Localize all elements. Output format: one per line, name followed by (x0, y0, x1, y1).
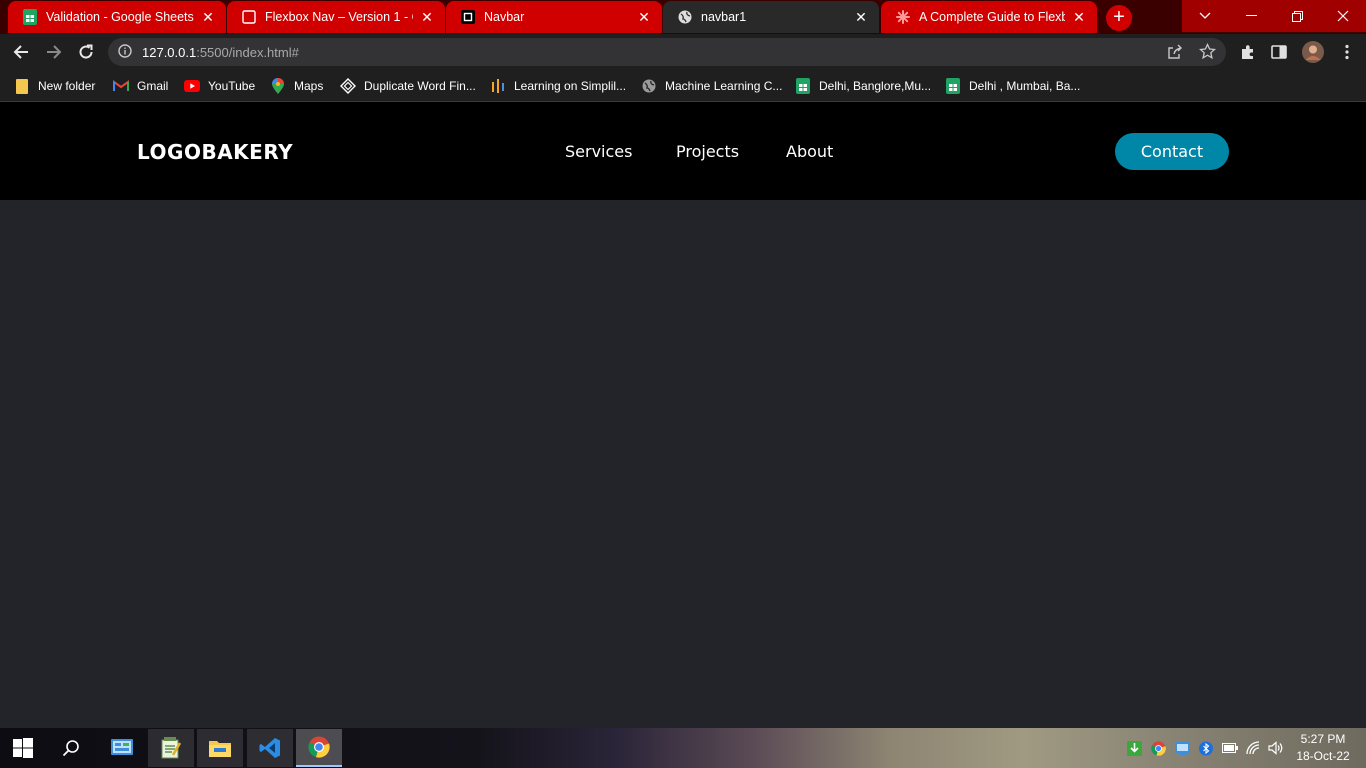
page-viewport: LOGOBAKERY Services Projects About Conta… (0, 103, 1366, 728)
bookmark-label: Machine Learning C... (665, 79, 783, 93)
google-sheets-icon (795, 78, 811, 94)
folder-icon (14, 78, 30, 94)
duplicate-word-icon (340, 78, 356, 94)
url-path: :5500/index.html# (196, 45, 299, 60)
window-controls (1182, 0, 1366, 32)
bookmark-label: YouTube (208, 79, 256, 93)
bookmark-star-icon[interactable] (1198, 42, 1217, 65)
battery-icon[interactable] (1222, 740, 1238, 756)
close-tab-icon[interactable]: ✕ (853, 9, 869, 25)
tab-search-icon[interactable] (1182, 0, 1228, 32)
taskbar-clock[interactable]: 5:27 PM 18-Oct-22 (1290, 731, 1356, 765)
css-tricks-icon (895, 9, 911, 25)
vscode-icon[interactable] (247, 729, 293, 767)
nav-link-services[interactable]: Services (565, 142, 632, 161)
bookmark-label: Delhi, Banglore,Mu... (819, 79, 932, 93)
tab-title: Flexbox Nav – Version 1 - Codepen (265, 10, 413, 24)
bookmark-delhi-banglore[interactable]: Delhi, Banglore,Mu... (795, 76, 931, 96)
youtube-icon (184, 78, 200, 94)
site-navbar: LOGOBAKERY Services Projects About Conta… (0, 103, 1366, 200)
search-icon[interactable] (48, 729, 94, 767)
tab-title: A Complete Guide to Flexbox (919, 10, 1065, 24)
bookmarks-bar: New folder Gmail YouTube Maps Duplicate … (0, 70, 1366, 102)
download-tray-icon[interactable] (1126, 740, 1142, 756)
tab-title: navbar1 (701, 10, 747, 24)
site-info-icon[interactable] (118, 44, 132, 63)
bookmark-label: Gmail (137, 79, 169, 93)
bookmark-gmail[interactable]: Gmail (113, 76, 168, 96)
bookmark-delhi-mumbai[interactable]: Delhi , Mumbai, Ba... (945, 76, 1080, 96)
nav-link-about[interactable]: About (786, 142, 833, 161)
site-logo[interactable]: LOGOBAKERY (137, 140, 293, 164)
url-text: 127.0.0.1:5500/index.html# (142, 45, 299, 60)
globe-icon (641, 78, 657, 94)
side-panel-icon[interactable] (1268, 41, 1290, 63)
bookmark-maps[interactable]: Maps (270, 76, 323, 96)
bookmark-label: Maps (294, 79, 324, 93)
tab-strip: Validation - Google Sheets ✕ Flexbox Nav… (0, 0, 1366, 34)
bookmark-label: Learning on Simplil... (514, 79, 627, 93)
back-icon[interactable] (10, 41, 32, 63)
bookmark-simplilearn[interactable]: Learning on Simplil... (490, 76, 626, 96)
tab-title: Validation - Google Sheets (46, 10, 194, 24)
minimize-icon[interactable] (1228, 0, 1274, 32)
notepad-icon[interactable] (148, 729, 194, 767)
network-monitor-icon[interactable] (1174, 740, 1190, 756)
nav-link-projects[interactable]: Projects (676, 142, 739, 161)
tab-navbar[interactable]: Navbar ✕ (446, 1, 662, 33)
tab-validation-sheets[interactable]: Validation - Google Sheets ✕ (8, 1, 226, 33)
reload-icon[interactable] (75, 41, 97, 63)
tab-codepen[interactable]: Flexbox Nav – Version 1 - Codepen ✕ (227, 1, 445, 33)
extensions-icon[interactable] (1237, 41, 1259, 63)
file-explorer-icon[interactable] (197, 729, 243, 767)
start-icon[interactable] (0, 729, 46, 767)
tab-navbar1-active[interactable]: navbar1 ✕ (663, 1, 879, 33)
bookmark-duplicate-word-finder[interactable]: Duplicate Word Fin... (340, 76, 476, 96)
close-tab-icon[interactable]: ✕ (200, 9, 216, 25)
clock-time: 5:27 PM (1300, 732, 1346, 746)
restore-icon[interactable] (1274, 0, 1320, 32)
close-tab-icon[interactable]: ✕ (636, 9, 652, 25)
google-sheets-icon (945, 78, 961, 94)
new-tab-button[interactable]: + (1106, 5, 1132, 31)
more-menu-icon[interactable] (1336, 41, 1358, 63)
simplilearn-icon (490, 78, 506, 94)
browser-toolbar: 127.0.0.1:5500/index.html# (0, 34, 1366, 70)
bookmark-label: Duplicate Word Fin... (364, 79, 476, 93)
volume-icon[interactable] (1268, 740, 1284, 756)
tab-title: Navbar (484, 10, 525, 24)
gmail-icon (113, 78, 129, 94)
tab-flexbox-guide[interactable]: A Complete Guide to Flexbox ✕ (881, 1, 1097, 33)
chrome-tray-icon[interactable] (1150, 740, 1166, 756)
wifi-icon[interactable] (1246, 740, 1262, 756)
profile-avatar[interactable] (1301, 40, 1325, 64)
contact-button[interactable]: Contact (1115, 133, 1229, 170)
clock-date: 18-Oct-22 (1296, 749, 1350, 763)
close-window-icon[interactable] (1320, 0, 1366, 32)
google-sheets-icon (22, 9, 38, 25)
forward-icon[interactable] (43, 41, 65, 63)
windows-taskbar: 5:27 PM 18-Oct-22 (0, 728, 1366, 768)
bookmark-label: New folder (38, 79, 96, 93)
bluetooth-icon[interactable] (1198, 740, 1214, 756)
share-icon[interactable] (1167, 44, 1183, 65)
bookmark-new-folder[interactable]: New folder (14, 76, 95, 96)
navbar-favicon (460, 9, 476, 25)
chrome-icon[interactable] (296, 729, 342, 767)
url-host: 127.0.0.1 (142, 45, 197, 60)
globe-icon (677, 9, 693, 25)
bookmark-youtube[interactable]: YouTube (184, 76, 255, 96)
bookmark-label: Delhi , Mumbai, Ba... (969, 79, 1081, 93)
codepen-icon (241, 9, 257, 25)
control-panel-icon[interactable] (99, 729, 145, 767)
address-bar[interactable]: 127.0.0.1:5500/index.html# (108, 38, 1226, 66)
close-tab-icon[interactable]: ✕ (419, 9, 435, 25)
maps-icon (270, 78, 286, 94)
bookmark-machine-learning[interactable]: Machine Learning C... (641, 76, 782, 96)
close-tab-icon[interactable]: ✕ (1071, 9, 1087, 25)
